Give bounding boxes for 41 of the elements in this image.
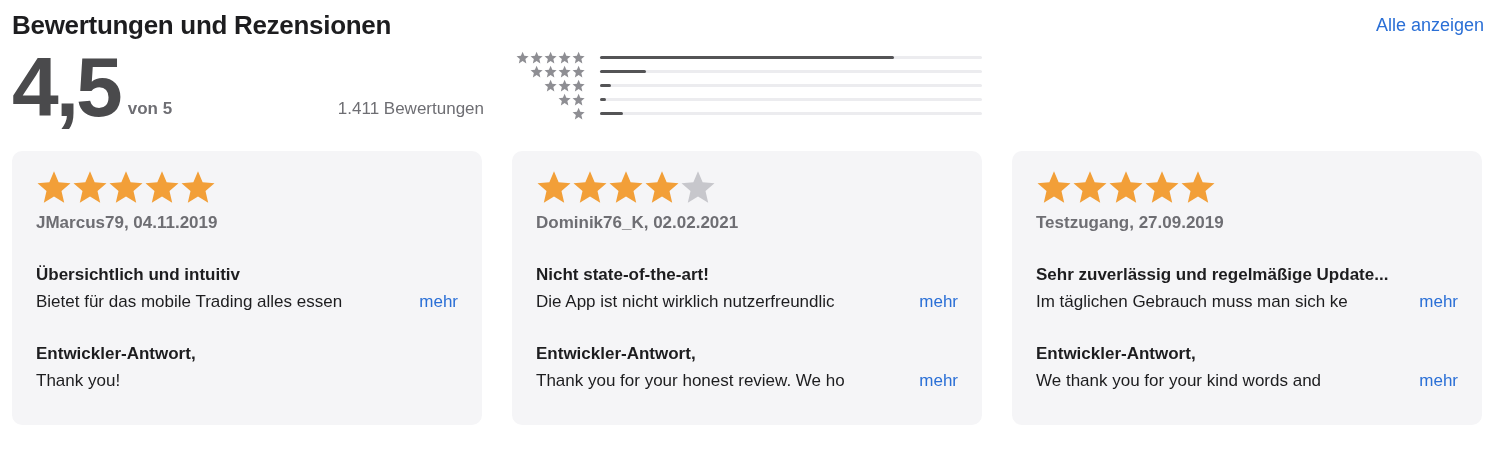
more-link[interactable]: mehr xyxy=(419,292,458,312)
developer-reply-label: Entwickler-Antwort, xyxy=(1036,344,1197,364)
review-author-date: Testzugang, 27.09.2019 xyxy=(1036,213,1225,233)
review-title: Nicht state-of-the-art! xyxy=(536,265,710,285)
filled-star-icon xyxy=(1108,169,1144,205)
filled-star-icon xyxy=(72,169,108,205)
review-text: Bietet für das mobile Trading alles essen xyxy=(36,292,343,312)
filled-star-icon xyxy=(1036,169,1072,205)
developer-reply-text: We thank you for your kind words and xyxy=(1036,371,1322,391)
developer-reply-text: Thank you for your honest review. We ho xyxy=(536,371,845,391)
filled-star-icon xyxy=(1180,169,1216,205)
filled-star-icon xyxy=(536,169,572,205)
review-text: Die App ist nicht wirklich nutzerfreundlic xyxy=(536,292,835,312)
filled-star-icon xyxy=(644,169,680,205)
filled-star-icon xyxy=(144,169,180,205)
review-author-date: JMarcus79, 04.11.2019 xyxy=(36,213,219,233)
rating-scale: von 5 xyxy=(127,99,173,119)
filled-star-icon xyxy=(1144,169,1180,205)
filled-star-icon xyxy=(180,169,216,205)
review-author-date: Dominik76_K, 02.02.2021 xyxy=(536,213,740,233)
review-text: Im täglichen Gebrauch muss man sich ke xyxy=(1036,292,1348,312)
rating-count: 1.411 Bewertungen xyxy=(337,99,484,119)
review-title: Übersichtlich und intuitiv xyxy=(36,265,241,285)
review-title: Sehr zuverlässig und regelmäßige Update... xyxy=(1036,265,1390,285)
more-link[interactable]: mehr xyxy=(1419,371,1458,391)
more-link[interactable]: mehr xyxy=(919,371,958,391)
see-all-link[interactable]: Alle anzeigen xyxy=(1375,15,1484,36)
more-link[interactable]: mehr xyxy=(1419,292,1458,312)
star-count-icon xyxy=(530,65,586,78)
filled-star-icon xyxy=(572,169,608,205)
more-link[interactable]: mehr xyxy=(919,292,958,312)
star-count-icon xyxy=(516,51,586,64)
developer-reply-text: Thank you! xyxy=(36,371,121,391)
filled-star-icon xyxy=(608,169,644,205)
developer-reply-label: Entwickler-Antwort, xyxy=(36,344,197,364)
filled-star-icon xyxy=(108,169,144,205)
average-rating: 4,5 xyxy=(12,45,120,129)
developer-reply-label: Entwickler-Antwort, xyxy=(536,344,697,364)
filled-star-icon xyxy=(1072,169,1108,205)
section-title: Bewertungen und Rezensionen xyxy=(12,10,392,41)
filled-star-icon xyxy=(36,169,72,205)
